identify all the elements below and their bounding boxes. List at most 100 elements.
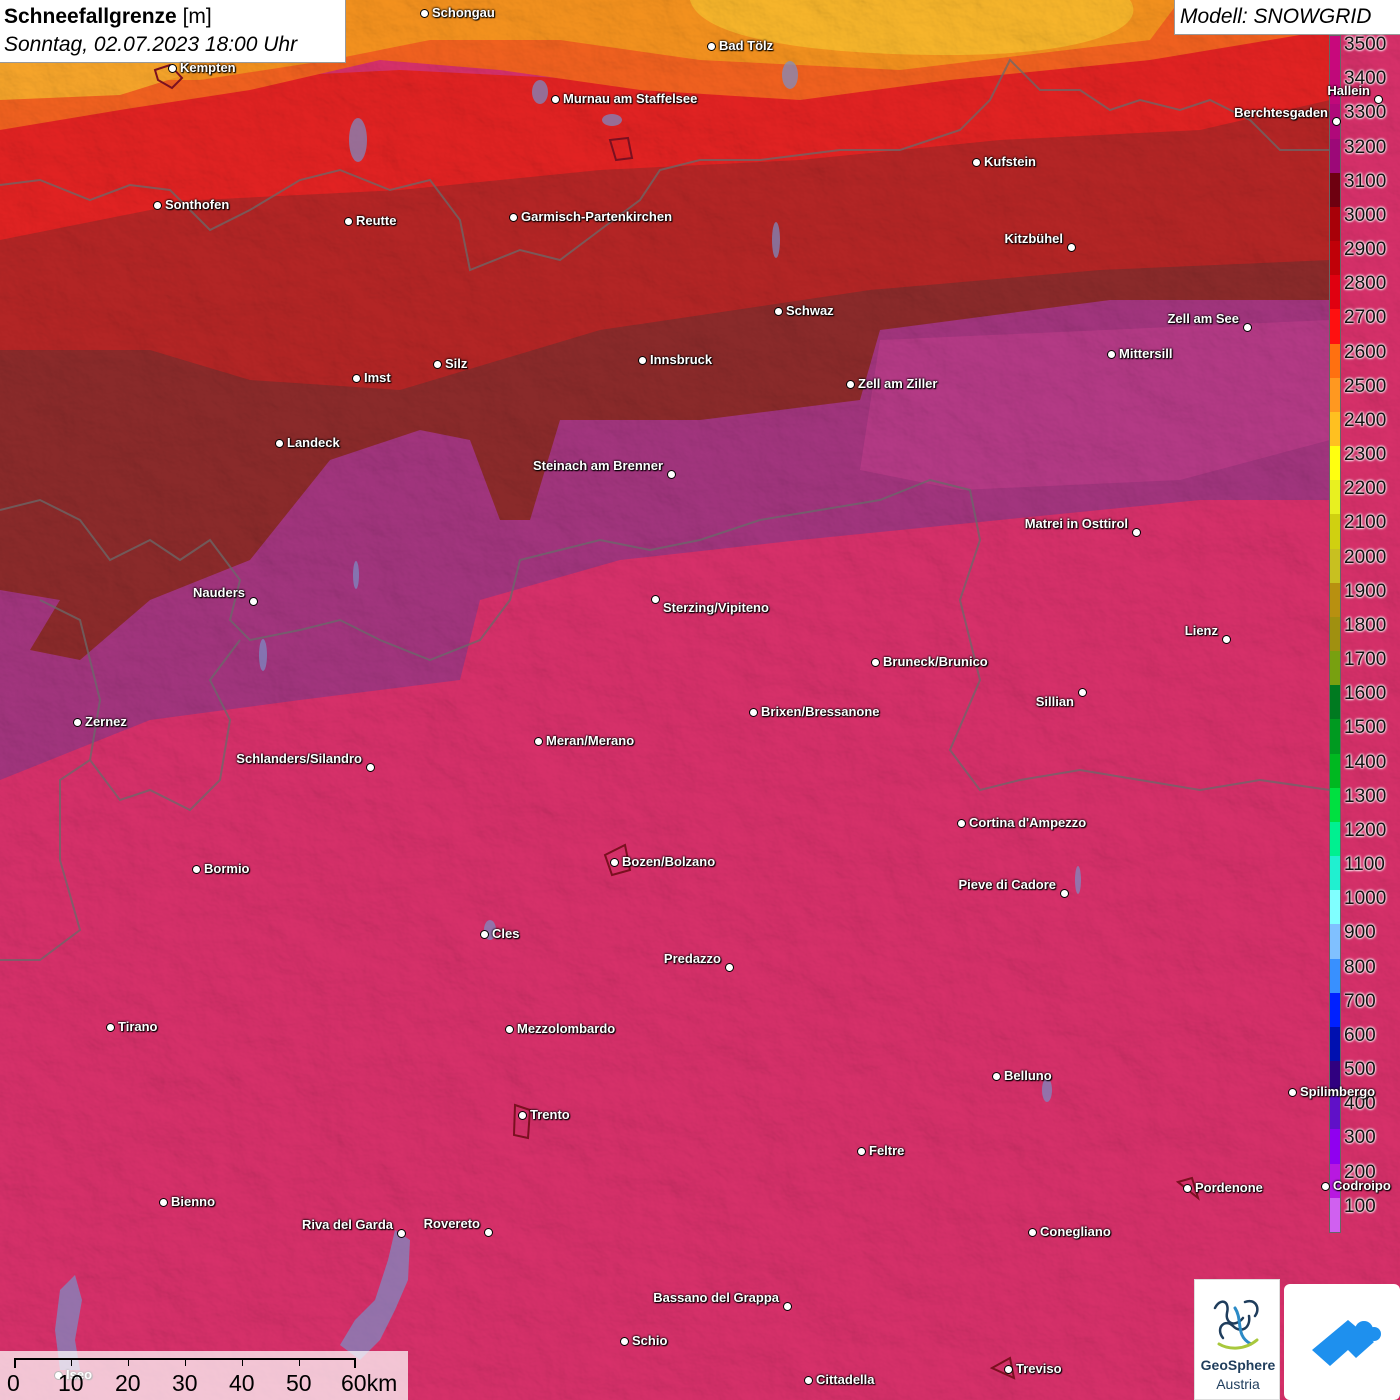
city-label[interactable]: Pieve di Cadore bbox=[958, 877, 1056, 892]
city-label[interactable]: Zell am Ziller bbox=[858, 376, 937, 391]
city-label[interactable]: Bassano del Grappa bbox=[653, 1290, 779, 1305]
city-marker[interactable] bbox=[707, 42, 716, 51]
city-label[interactable]: Bad Tölz bbox=[719, 38, 773, 53]
city-label[interactable]: Berchtesgaden bbox=[1234, 105, 1328, 120]
city-marker[interactable] bbox=[433, 360, 442, 369]
city-label[interactable]: Zell am See bbox=[1167, 311, 1239, 326]
city-label[interactable]: Sillian bbox=[1036, 694, 1074, 709]
city-marker[interactable] bbox=[1288, 1088, 1297, 1097]
city-label[interactable]: Cortina d'Ampezzo bbox=[969, 815, 1086, 830]
city-marker[interactable] bbox=[749, 708, 758, 717]
city-label[interactable]: Feltre bbox=[869, 1143, 904, 1158]
city-label[interactable]: Sonthofen bbox=[165, 197, 229, 212]
city-marker[interactable] bbox=[610, 858, 619, 867]
city-marker[interactable] bbox=[846, 380, 855, 389]
city-marker[interactable] bbox=[551, 95, 560, 104]
city-label[interactable]: Tirano bbox=[118, 1019, 158, 1034]
city-marker[interactable] bbox=[804, 1376, 813, 1385]
city-label[interactable]: Schio bbox=[632, 1333, 667, 1348]
city-marker[interactable] bbox=[159, 1198, 168, 1207]
city-label[interactable]: Codroipo bbox=[1333, 1178, 1391, 1193]
city-marker[interactable] bbox=[168, 64, 177, 73]
city-label[interactable]: Kufstein bbox=[984, 154, 1036, 169]
city-label[interactable]: Rovereto bbox=[424, 1216, 480, 1231]
city-marker[interactable] bbox=[153, 201, 162, 210]
city-marker[interactable] bbox=[1078, 688, 1087, 697]
city-marker[interactable] bbox=[344, 217, 353, 226]
weather-app-logo[interactable] bbox=[1284, 1284, 1400, 1400]
city-label[interactable]: Silz bbox=[445, 356, 467, 371]
city-label[interactable]: Bienno bbox=[171, 1194, 215, 1209]
city-marker[interactable] bbox=[1183, 1184, 1192, 1193]
city-label[interactable]: Nauders bbox=[193, 585, 245, 600]
city-label[interactable]: Predazzo bbox=[664, 951, 721, 966]
city-label[interactable]: Sterzing/Vipiteno bbox=[663, 600, 769, 615]
city-label[interactable]: Schwaz bbox=[786, 303, 834, 318]
city-marker[interactable] bbox=[518, 1111, 527, 1120]
city-label[interactable]: Matrei in Osttirol bbox=[1025, 516, 1128, 531]
city-label[interactable]: Bormio bbox=[204, 861, 250, 876]
city-marker[interactable] bbox=[352, 374, 361, 383]
city-label[interactable]: Murnau am Staffelsee bbox=[563, 91, 697, 106]
city-marker[interactable] bbox=[106, 1023, 115, 1032]
city-label[interactable]: Zernez bbox=[85, 714, 127, 729]
city-marker[interactable] bbox=[505, 1025, 514, 1034]
city-marker[interactable] bbox=[420, 9, 429, 18]
city-label[interactable]: Bozen/Bolzano bbox=[622, 854, 715, 869]
city-label[interactable]: Bruneck/Brunico bbox=[883, 654, 988, 669]
city-marker[interactable] bbox=[1243, 323, 1252, 332]
city-label[interactable]: Imst bbox=[364, 370, 391, 385]
city-label[interactable]: Belluno bbox=[1004, 1068, 1052, 1083]
city-label[interactable]: Steinach am Brenner bbox=[533, 458, 663, 473]
city-marker[interactable] bbox=[620, 1337, 629, 1346]
city-marker[interactable] bbox=[1374, 95, 1383, 104]
city-label[interactable]: Mezzolombardo bbox=[517, 1021, 615, 1036]
city-label[interactable]: Conegliano bbox=[1040, 1224, 1111, 1239]
city-marker[interactable] bbox=[73, 718, 82, 727]
city-marker[interactable] bbox=[1332, 117, 1341, 126]
city-label[interactable]: Kempten bbox=[180, 60, 236, 75]
city-marker[interactable] bbox=[366, 763, 375, 772]
city-label[interactable]: Treviso bbox=[1016, 1361, 1062, 1376]
city-marker[interactable] bbox=[667, 470, 676, 479]
city-label[interactable]: Garmisch-Partenkirchen bbox=[521, 209, 672, 224]
city-marker[interactable] bbox=[1004, 1365, 1013, 1374]
city-label[interactable]: Mittersill bbox=[1119, 346, 1172, 361]
city-marker[interactable] bbox=[1222, 635, 1231, 644]
city-marker[interactable] bbox=[1060, 889, 1069, 898]
geosphere-logo[interactable]: GeoSphere Austria bbox=[1194, 1279, 1280, 1400]
city-label[interactable]: Reutte bbox=[356, 213, 396, 228]
city-marker[interactable] bbox=[534, 737, 543, 746]
city-label[interactable]: Schlanders/Silandro bbox=[236, 751, 362, 766]
city-label[interactable]: Hallein bbox=[1327, 83, 1370, 98]
city-marker[interactable] bbox=[638, 356, 647, 365]
city-marker[interactable] bbox=[992, 1072, 1001, 1081]
city-marker[interactable] bbox=[275, 439, 284, 448]
city-marker[interactable] bbox=[484, 1228, 493, 1237]
city-marker[interactable] bbox=[783, 1302, 792, 1311]
city-label[interactable]: Lienz bbox=[1185, 623, 1218, 638]
city-label[interactable]: Schongau bbox=[432, 5, 495, 20]
city-marker[interactable] bbox=[192, 865, 201, 874]
city-label[interactable]: Trento bbox=[530, 1107, 570, 1122]
city-marker[interactable] bbox=[972, 158, 981, 167]
city-marker[interactable] bbox=[1067, 243, 1076, 252]
city-label[interactable]: Riva del Garda bbox=[302, 1217, 393, 1232]
city-label[interactable]: Cles bbox=[492, 926, 519, 941]
city-label[interactable]: Cittadella bbox=[816, 1372, 875, 1387]
city-label[interactable]: Innsbruck bbox=[650, 352, 712, 367]
city-label[interactable]: Spilimbergo bbox=[1300, 1084, 1375, 1099]
city-marker[interactable] bbox=[1107, 350, 1116, 359]
city-marker[interactable] bbox=[509, 213, 518, 222]
city-marker[interactable] bbox=[774, 307, 783, 316]
city-label[interactable]: Pordenone bbox=[1195, 1180, 1263, 1195]
city-marker[interactable] bbox=[651, 595, 660, 604]
city-label[interactable]: Landeck bbox=[287, 435, 340, 450]
city-marker[interactable] bbox=[1132, 528, 1141, 537]
city-marker[interactable] bbox=[725, 963, 734, 972]
city-label[interactable]: Meran/Merano bbox=[546, 733, 634, 748]
city-marker[interactable] bbox=[480, 930, 489, 939]
city-marker[interactable] bbox=[871, 658, 880, 667]
city-label[interactable]: Brixen/Bressanone bbox=[761, 704, 880, 719]
city-label[interactable]: Kitzbühel bbox=[1005, 231, 1064, 246]
